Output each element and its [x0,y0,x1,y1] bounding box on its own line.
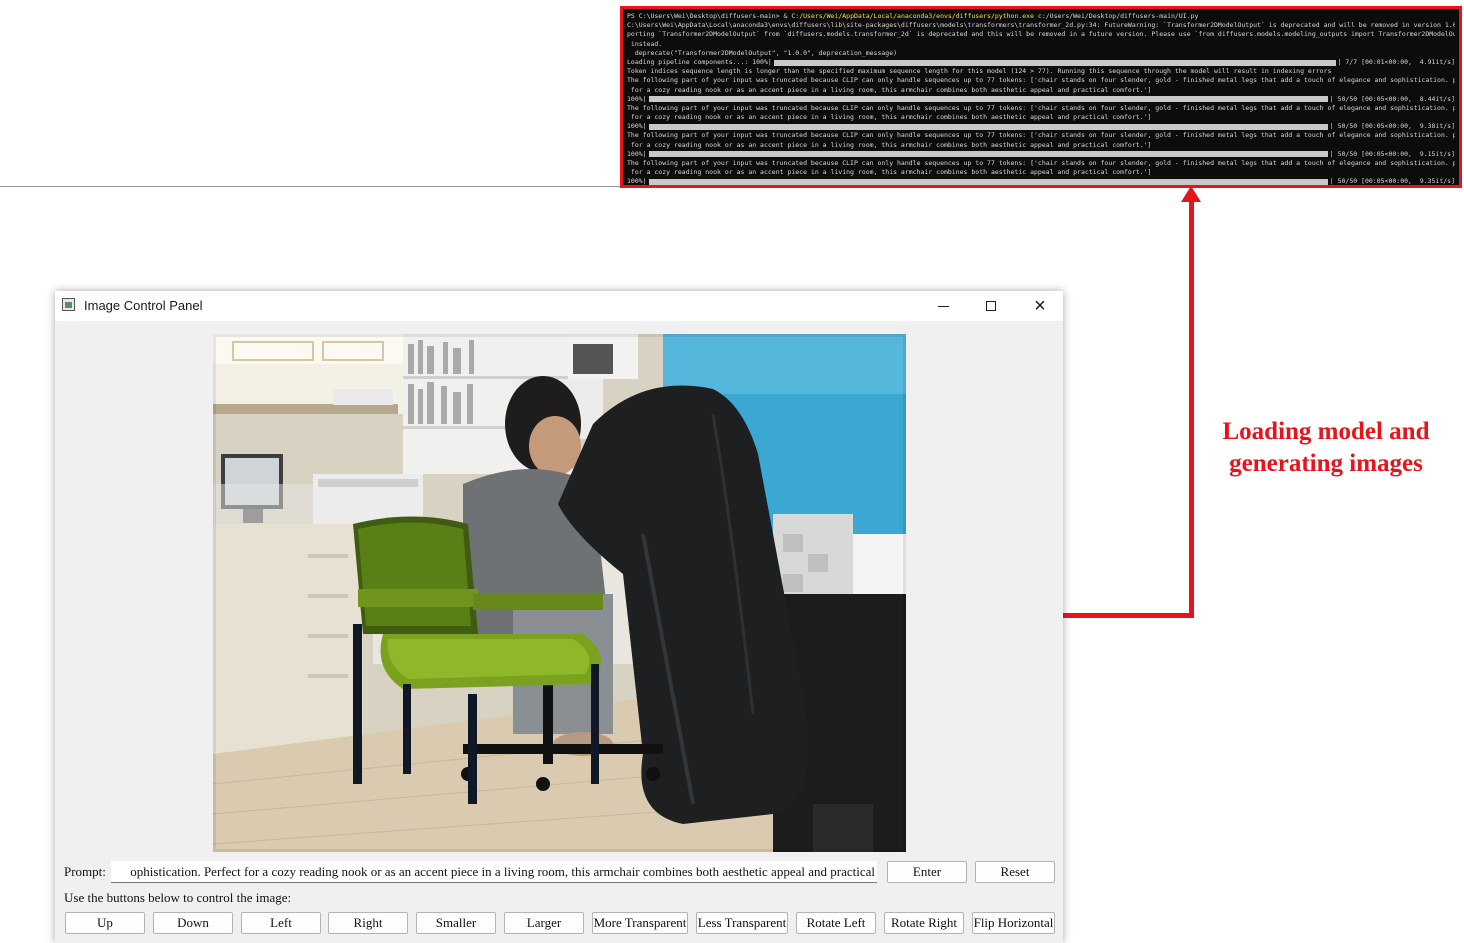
terminal-line: The following part of your input was tru… [627,76,1455,85]
smaller-button[interactable]: Smaller [416,912,496,934]
terminal-line: The following part of your input was tru… [627,159,1455,168]
terminal-line: C:\Users\Wei\AppData\Local\anaconda3\env… [627,21,1455,30]
progress-bar [648,151,1328,158]
terminal-line: The following part of your input was tru… [627,104,1455,113]
terminal-line: 100%| | 50/50 [00:05<00:00, 9.15it/s] [627,150,1455,159]
maximize-button[interactable] [968,291,1014,321]
close-button[interactable]: × [1017,291,1063,321]
terminal-output: PS C:\Users\Wei\Desktop\diffusers-main> … [620,6,1462,188]
annotation-arrow-horizontal [1062,613,1194,618]
terminal-line: 100%| | 50/50 [00:05<00:00, 9.38it/s] [627,122,1455,131]
terminal-line-suffix: | 7/7 [00:01<00:00, 4.91it/s] [1337,57,1455,66]
terminal-line-text: 100%| [627,149,647,158]
terminal-line-text: for a cozy reading nook or as an accent … [627,140,1152,149]
left-button[interactable]: Left [241,912,321,934]
image-control-panel-window: Image Control Panel × Prompt: ophisticat… [55,291,1063,943]
terminal-line: porting `Transformer2DModelOutput` from … [627,30,1455,39]
window-titlebar[interactable]: Image Control Panel × [55,291,1063,321]
terminal-line-text: The following part of your input was tru… [627,76,1455,85]
less-transparent-button[interactable]: Less Transparent [696,912,788,934]
terminal-line-text: for a cozy reading nook or as an accent … [627,113,1152,122]
flip-horizontal-button[interactable]: Flip Horizontal [972,912,1055,934]
annotation-caption: Loading model and generating images [1196,416,1456,480]
terminal-line-text: deprecate("Transformer2DModelOutput", "1… [627,48,898,57]
prompt-input[interactable]: ophistication. Perfect for a cozy readin… [111,861,877,883]
annotation-caption-line-2: generating images [1229,450,1423,477]
terminal-line-text: 100%| [627,122,647,131]
terminal-line-suffix: | 50/50 [00:05<00:00, 8.44it/s] [1329,94,1455,103]
terminal-line: for a cozy reading nook or as an accent … [627,168,1455,177]
terminal-line-text: PS C:\Users\Wei\Desktop\diffusers-main> … [627,12,792,20]
right-button[interactable]: Right [328,912,408,934]
control-hint-text: Use the buttons below to control the ima… [64,890,292,905]
terminal-line-suffix: | 50/50 [00:05<00:00, 9.35it/s] [1329,177,1455,186]
office-scene-image [213,334,906,852]
prompt-input-value: ophistication. Perfect for a cozy readin… [130,864,875,879]
terminal-line-text: Loading pipeline components...: 100%| [627,57,772,66]
terminal-line: Loading pipeline components...: 100%| | 7… [627,58,1455,67]
background-divider [0,186,620,187]
terminal-line: 100%| | 50/50 [00:05<00:00, 9.35it/s] [627,177,1455,186]
minimize-button[interactable] [920,291,966,321]
terminal-line: deprecate("Transformer2DModelOutput", "1… [627,49,1455,58]
close-icon: × [1034,294,1046,317]
terminal-line-text: instead. [627,39,663,48]
larger-button[interactable]: Larger [504,912,584,934]
progress-bar [648,178,1328,185]
terminal-line: for a cozy reading nook or as an accent … [627,113,1455,122]
annotation-arrow-vertical [1189,198,1194,618]
terminal-line-text: Token indices sequence length is longer … [627,67,1332,76]
terminal-line-text: C:\Users\Wei\AppData\Local\anaconda3\env… [627,21,1455,30]
terminal-line-text: 100%| [627,94,647,103]
enter-button[interactable]: Enter [887,861,967,883]
generated-image [213,334,906,852]
annotation-caption-line-1: Loading model and [1222,418,1430,445]
terminal-line: for a cozy reading nook or as an accent … [627,141,1455,150]
progress-bar [648,96,1328,103]
terminal-line: Token indices sequence length is longer … [627,67,1455,76]
terminal-line: PS C:\Users\Wei\Desktop\diffusers-main> … [627,12,1455,21]
maximize-icon [986,301,996,311]
terminal-line-suffix: | 50/50 [00:05<00:00, 9.38it/s] [1329,122,1455,131]
terminal-lines: PS C:\Users\Wei\Desktop\diffusers-main> … [627,12,1455,186]
progress-bar [773,59,1336,66]
reset-button[interactable]: Reset [975,861,1055,883]
down-button[interactable]: Down [153,912,233,934]
terminal-line-suffix: c:/Users/Wei/Desktop/diffusers-main/UI.p… [1034,12,1199,20]
terminal-line-text: The following part of your input was tru… [627,159,1455,167]
prompt-label: Prompt: [64,864,106,879]
terminal-line: instead. [627,40,1455,49]
annotation-arrow-head [1181,186,1201,202]
terminal-line-text: The following part of your input was tru… [627,103,1455,112]
window-title: Image Control Panel [84,298,203,313]
rotate-left-button[interactable]: Rotate Left [796,912,876,934]
terminal-line: for a cozy reading nook or as an accent … [627,86,1455,95]
terminal-line-text: for a cozy reading nook or as an accent … [627,168,1152,177]
progress-bar [648,123,1328,130]
terminal-line-highlight: C:/Users/Wei/AppData/Local/anaconda3/env… [791,12,1035,20]
more-transparent-button[interactable]: More Transparent [592,912,688,934]
minimize-icon [937,305,949,307]
rotate-right-button[interactable]: Rotate Right [884,912,964,934]
terminal-line: The following part of your input was tru… [627,131,1455,140]
terminal-line-text: for a cozy reading nook or as an accent … [627,85,1152,94]
terminal-line-text: 100%| [627,177,647,186]
terminal-line: 100%| | 50/50 [00:05<00:00, 8.44it/s] [627,95,1455,104]
terminal-line-text: porting `Transformer2DModelOutput` from … [627,30,1455,39]
app-icon [62,298,75,311]
terminal-line-text: The following part of your input was tru… [627,131,1455,140]
terminal-line-suffix: | 50/50 [00:05<00:00, 9.15it/s] [1329,149,1455,158]
up-button[interactable]: Up [65,912,145,934]
